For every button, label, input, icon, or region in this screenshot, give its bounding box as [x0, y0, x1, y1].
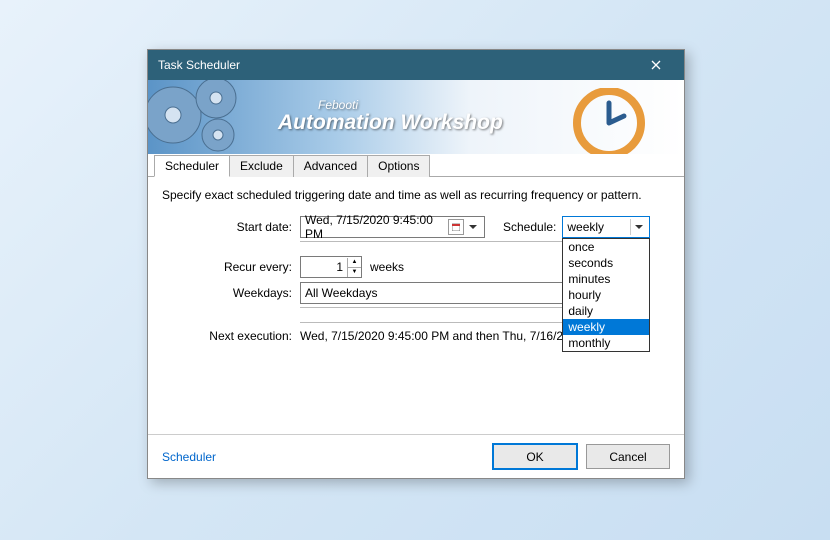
recur-spinner[interactable]: ▲ ▼	[300, 256, 362, 278]
schedule-label: Schedule:	[503, 220, 556, 234]
tab-options[interactable]: Options	[367, 155, 430, 177]
schedule-option-monthly[interactable]: monthly	[563, 335, 649, 351]
schedule-option-once[interactable]: once	[563, 239, 649, 255]
chevron-down-icon[interactable]	[466, 220, 480, 234]
schedule-option-minutes[interactable]: minutes	[563, 271, 649, 287]
schedule-dropdown: oncesecondsminuteshourlydailyweeklymonth…	[562, 238, 650, 352]
tab-exclude[interactable]: Exclude	[229, 155, 294, 177]
schedule-combo[interactable]: weekly oncesecondsminuteshourlydailyweek…	[562, 216, 650, 238]
gears-icon	[148, 80, 288, 155]
weekdays-value: All Weekdays	[305, 286, 377, 300]
spinner-up-icon[interactable]: ▲	[348, 258, 361, 267]
dialog-footer: Scheduler OK Cancel	[148, 434, 684, 478]
task-scheduler-dialog: Task Scheduler Febooti Automation Worksh…	[147, 49, 685, 479]
weekdays-input[interactable]: All Weekdays	[300, 282, 565, 304]
tab-scheduler[interactable]: Scheduler	[154, 155, 230, 177]
schedule-option-weekly[interactable]: weekly	[563, 319, 649, 335]
tab-content: Specify exact scheduled triggering date …	[148, 178, 684, 434]
tab-advanced[interactable]: Advanced	[293, 155, 368, 177]
cancel-button[interactable]: Cancel	[586, 444, 670, 469]
schedule-option-daily[interactable]: daily	[563, 303, 649, 319]
titlebar: Task Scheduler	[148, 50, 684, 80]
close-icon	[651, 60, 661, 70]
recur-label: Recur every:	[162, 260, 300, 274]
weekdays-label: Weekdays:	[162, 286, 300, 300]
recur-input[interactable]	[301, 259, 347, 275]
ok-button[interactable]: OK	[492, 443, 578, 470]
start-date-input[interactable]: Wed, 7/15/2020 9:45:00 PM	[300, 216, 485, 238]
calendar-picker-icon[interactable]	[448, 219, 464, 235]
next-exec-label: Next execution:	[162, 329, 300, 343]
instruction-text: Specify exact scheduled triggering date …	[162, 188, 670, 202]
chevron-down-icon	[630, 219, 647, 235]
tab-bar: SchedulerExcludeAdvancedOptions	[148, 154, 684, 177]
schedule-option-seconds[interactable]: seconds	[563, 255, 649, 271]
start-date-value: Wed, 7/15/2020 9:45:00 PM	[305, 213, 446, 241]
close-button[interactable]	[636, 51, 676, 79]
schedule-option-hourly[interactable]: hourly	[563, 287, 649, 303]
weeks-label: weeks	[370, 260, 404, 274]
spinner-down-icon[interactable]: ▼	[348, 267, 361, 277]
window-title: Task Scheduler	[158, 58, 636, 72]
schedule-selected: weekly	[567, 220, 630, 234]
banner: Febooti Automation Workshop	[148, 80, 684, 155]
banner-text: Febooti Automation Workshop	[278, 98, 503, 133]
banner-line2: Automation Workshop	[278, 112, 503, 133]
scheduler-link[interactable]: Scheduler	[162, 450, 216, 464]
clock-icon	[564, 88, 654, 155]
banner-line1: Febooti	[318, 98, 503, 112]
start-date-label: Start date:	[162, 220, 300, 234]
